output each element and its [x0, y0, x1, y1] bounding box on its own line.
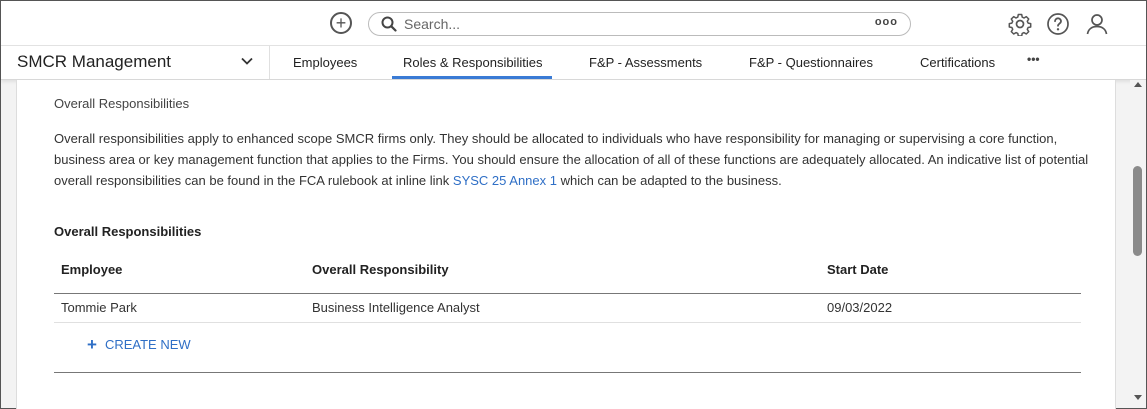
help-icon[interactable]: [1046, 12, 1070, 36]
settings-icon[interactable]: [1008, 12, 1032, 36]
divider: [54, 372, 1081, 373]
chevron-down-icon[interactable]: [241, 57, 253, 65]
description-text-end: which can be adapted to the business.: [556, 173, 782, 188]
scrollbar-thumb[interactable]: [1133, 166, 1142, 256]
nav-divider: [269, 46, 270, 79]
app-nav-bar: SMCR Management Employees Roles & Respon…: [1, 46, 1146, 80]
create-new-label: CREATE NEW: [104, 337, 191, 352]
column-header-employee[interactable]: Employee: [61, 262, 122, 277]
more-tabs-icon[interactable]: •••: [1027, 52, 1040, 66]
sysc-link[interactable]: SYSC 25 Annex 1: [453, 173, 557, 188]
tab-fp-assessments[interactable]: F&P - Assessments: [589, 46, 702, 80]
search-icon: [381, 16, 397, 32]
table-row[interactable]: Tommie Park Business Intelligence Analys…: [54, 294, 1081, 323]
create-new-button[interactable]: + CREATE NEW: [87, 336, 191, 353]
section-description: Overall responsibilities apply to enhanc…: [54, 128, 1089, 191]
tab-employees[interactable]: Employees: [293, 46, 357, 80]
tab-certifications[interactable]: Certifications: [920, 46, 995, 80]
column-header-start-date[interactable]: Start Date: [827, 262, 888, 277]
cell-start-date: 09/03/2022: [827, 300, 893, 315]
tab-fp-questionnaires[interactable]: F&P - Questionnaires: [749, 46, 873, 80]
vertical-scrollbar[interactable]: [1130, 80, 1146, 408]
responsibilities-table: Employee Overall Responsibility Start Da…: [54, 252, 1081, 323]
tab-roles-responsibilities[interactable]: Roles & Responsibilities: [391, 46, 553, 80]
column-header-overall-responsibility[interactable]: Overall Responsibility: [312, 262, 449, 277]
add-icon[interactable]: +: [330, 12, 352, 34]
plus-icon: +: [87, 335, 97, 354]
search-options-button[interactable]: ooo: [875, 16, 898, 28]
table-header: Employee Overall Responsibility Start Da…: [54, 252, 1081, 294]
search-box[interactable]: ooo: [368, 12, 911, 36]
cell-employee: Tommie Park: [61, 300, 137, 315]
main-content: Overall Responsibilities Overall respons…: [16, 80, 1116, 409]
section-title: Overall Responsibilities: [54, 96, 190, 111]
user-icon[interactable]: [1085, 12, 1109, 36]
table-title: Overall Responsibilities: [54, 224, 202, 239]
app-title: SMCR Management: [17, 52, 172, 71]
search-input[interactable]: [404, 15, 844, 33]
scroll-up-icon[interactable]: [1134, 82, 1142, 87]
top-bar: + ooo: [1, 1, 1146, 46]
cell-overall-responsibility: Business Intelligence Analyst: [312, 300, 480, 315]
scroll-down-icon[interactable]: [1134, 395, 1142, 400]
